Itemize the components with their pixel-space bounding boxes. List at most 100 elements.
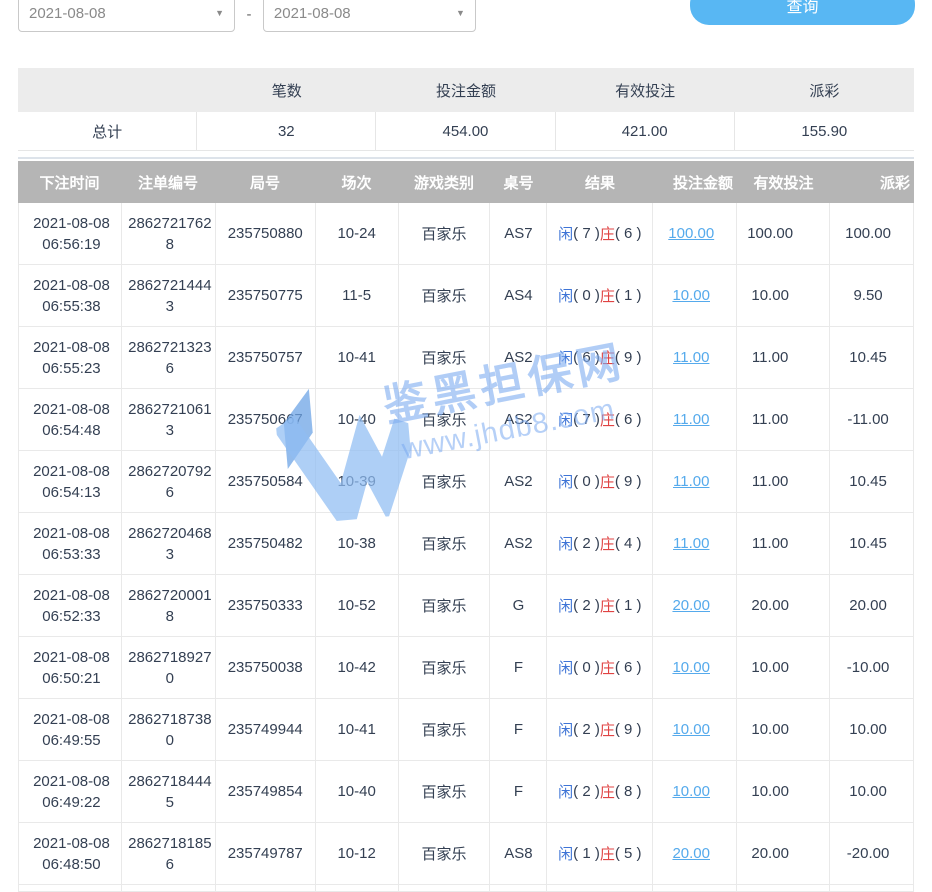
cell-table-no: F (490, 699, 547, 760)
cell-payout: 10.45 (830, 327, 914, 388)
cell-bet-amount: 11.00 (653, 451, 737, 512)
bet-amount-link[interactable]: 20.00 (672, 845, 710, 862)
cell-game-type: 百家乐 (399, 823, 491, 884)
cell-result: 闲( 0 )庄( 6 ) (547, 637, 653, 698)
cell-round-no: 235750333 (216, 575, 316, 636)
cell-bet-time: 2021-08-08 06:55:38 (19, 265, 122, 326)
bet-records-table: 下注时间 注单编号 局号 场次 游戏类别 桌号 结果 投注金额 有效投注 派彩 … (18, 161, 914, 892)
bet-amount-link[interactable]: 10.00 (672, 783, 710, 800)
header-bet-time: 下注时间 (18, 172, 121, 193)
bet-amount-link[interactable]: 11.00 (673, 411, 709, 428)
result-banker-label: 庄 (600, 533, 615, 554)
date-range-separator: - (246, 0, 251, 30)
cell-session: 11-5 (316, 265, 399, 326)
result-banker-score: ( 9 ) (615, 721, 642, 738)
cell-payout: -20.00 (830, 823, 914, 884)
table-row: 2021-08-08 06:56:19 28627217628 23575088… (18, 203, 914, 265)
cell-result: 闲( 2 )庄( 9 ) (547, 699, 653, 760)
cell-valid-bet: 10.00 (737, 637, 830, 698)
table-row: 2021-08-08 06:49:55 28627187380 23574994… (18, 699, 914, 761)
cell-valid-bet: 10.00 (737, 699, 830, 760)
summary-total-count: 32 (197, 112, 376, 150)
cell-result: 闲( 0 )庄( 9 ) (547, 451, 653, 512)
header-round-no: 局号 (215, 172, 315, 193)
table-row: 2021-08-08 06:52:33 28627200018 23575033… (18, 575, 914, 637)
bet-amount-link[interactable]: 10.00 (672, 721, 710, 738)
cell-table-no: AS8 (490, 823, 547, 884)
result-player-score: ( 0 ) (573, 659, 600, 676)
filter-toolbar: 2021-08-08 ▼ - 2021-08-08 ▼ 查询 (18, 0, 915, 32)
bet-amount-link[interactable]: 100.00 (668, 225, 714, 242)
cell-session (316, 885, 399, 891)
cell-bet-time: 2021-08-08 06:49:22 (19, 761, 122, 822)
cell-bet-time: 2021-08-08 06:54:13 (19, 451, 122, 512)
cell-bet-time: 2021-08-08 06:53:33 (19, 513, 122, 574)
table-row: 2021-08-08 06:54:48 28627210613 23575066… (18, 389, 914, 451)
cell-valid-bet: 20.00 (737, 575, 830, 636)
result-player-score: ( 6 ) (573, 349, 600, 366)
cell-session: 10-24 (316, 203, 399, 264)
cell-order-no: 28627204683 (122, 513, 216, 574)
result-player-label: 闲 (558, 347, 573, 368)
result-banker-label: 庄 (600, 347, 615, 368)
result-player-label: 闲 (558, 533, 573, 554)
cell-payout: 10.45 (830, 451, 914, 512)
bet-amount-link[interactable]: 11.00 (673, 473, 709, 490)
summary-total-row: 总计 32 454.00 421.00 155.90 (18, 112, 914, 151)
cell-game-type: 百家乐 (399, 389, 491, 450)
header-bet-amount: 投注金额 (653, 172, 737, 193)
cell-game-type: 百家乐 (399, 327, 491, 388)
cell-session: 10-38 (316, 513, 399, 574)
cell-round-no: 235750584 (216, 451, 316, 512)
cell-result: 闲( 7 )庄( 6 ) (547, 389, 653, 450)
header-session: 场次 (315, 172, 398, 193)
cell-result (547, 885, 653, 891)
cell-bet-time: 2021-08-08 06:48:50 (19, 823, 122, 884)
result-player-label: 闲 (558, 719, 573, 740)
cell-game-type: 百家乐 (399, 761, 491, 822)
summary-header-count: 笔数 (197, 80, 376, 101)
cell-game-type: 百家乐 (399, 265, 491, 326)
cell-payout: 100.00 (830, 203, 914, 264)
cell-round-no: 235750038 (216, 637, 316, 698)
cell-table-no: AS2 (490, 327, 547, 388)
cell-table-no: AS2 (490, 451, 547, 512)
cell-bet-amount: 10.00 (653, 699, 737, 760)
cell-bet-time (19, 885, 122, 891)
cell-bet-time: 2021-08-08 06:49:55 (19, 699, 122, 760)
summary-header-bet-amount: 投注金额 (376, 80, 555, 101)
cell-order-no (122, 885, 216, 891)
cell-bet-time: 2021-08-08 06:52:33 (19, 575, 122, 636)
cell-round-no: 235750775 (216, 265, 316, 326)
date-from-select[interactable]: 2021-08-08 ▼ (18, 0, 235, 32)
cell-round-no: 235749787 (216, 823, 316, 884)
result-player-label: 闲 (558, 223, 573, 244)
bet-amount-link[interactable]: 10.00 (672, 659, 710, 676)
cell-table-no: AS2 (490, 389, 547, 450)
cell-valid-bet: 11.00 (737, 389, 830, 450)
cell-valid-bet (737, 885, 830, 891)
cell-bet-amount: 10.00 (653, 265, 737, 326)
cell-bet-amount: 11.00 (653, 389, 737, 450)
result-player-score: ( 2 ) (573, 535, 600, 552)
bet-amount-link[interactable]: 20.00 (672, 597, 710, 614)
cell-order-no: 28627184445 (122, 761, 216, 822)
cell-order-no: 28627200018 (122, 575, 216, 636)
result-banker-label: 庄 (600, 471, 615, 492)
result-player-score: ( 2 ) (573, 721, 600, 738)
header-payout: 派彩 (830, 172, 914, 193)
result-banker-score: ( 6 ) (615, 411, 642, 428)
summary-total-bet-amount: 454.00 (376, 112, 555, 150)
cell-game-type: 百家乐 (399, 513, 491, 574)
result-player-score: ( 0 ) (573, 287, 600, 304)
cell-valid-bet: 11.00 (737, 327, 830, 388)
table-row: 2021-08-08 06:50:21 28627189270 23575003… (18, 637, 914, 699)
result-banker-label: 庄 (600, 719, 615, 740)
query-button[interactable]: 查询 (690, 0, 915, 25)
date-to-select[interactable]: 2021-08-08 ▼ (263, 0, 476, 32)
bet-amount-link[interactable]: 11.00 (673, 535, 709, 552)
cell-valid-bet: 10.00 (737, 761, 830, 822)
table-row: 2021-08-08 06:55:38 28627214443 23575077… (18, 265, 914, 327)
bet-amount-link[interactable]: 10.00 (672, 287, 710, 304)
bet-amount-link[interactable]: 11.00 (673, 349, 709, 366)
